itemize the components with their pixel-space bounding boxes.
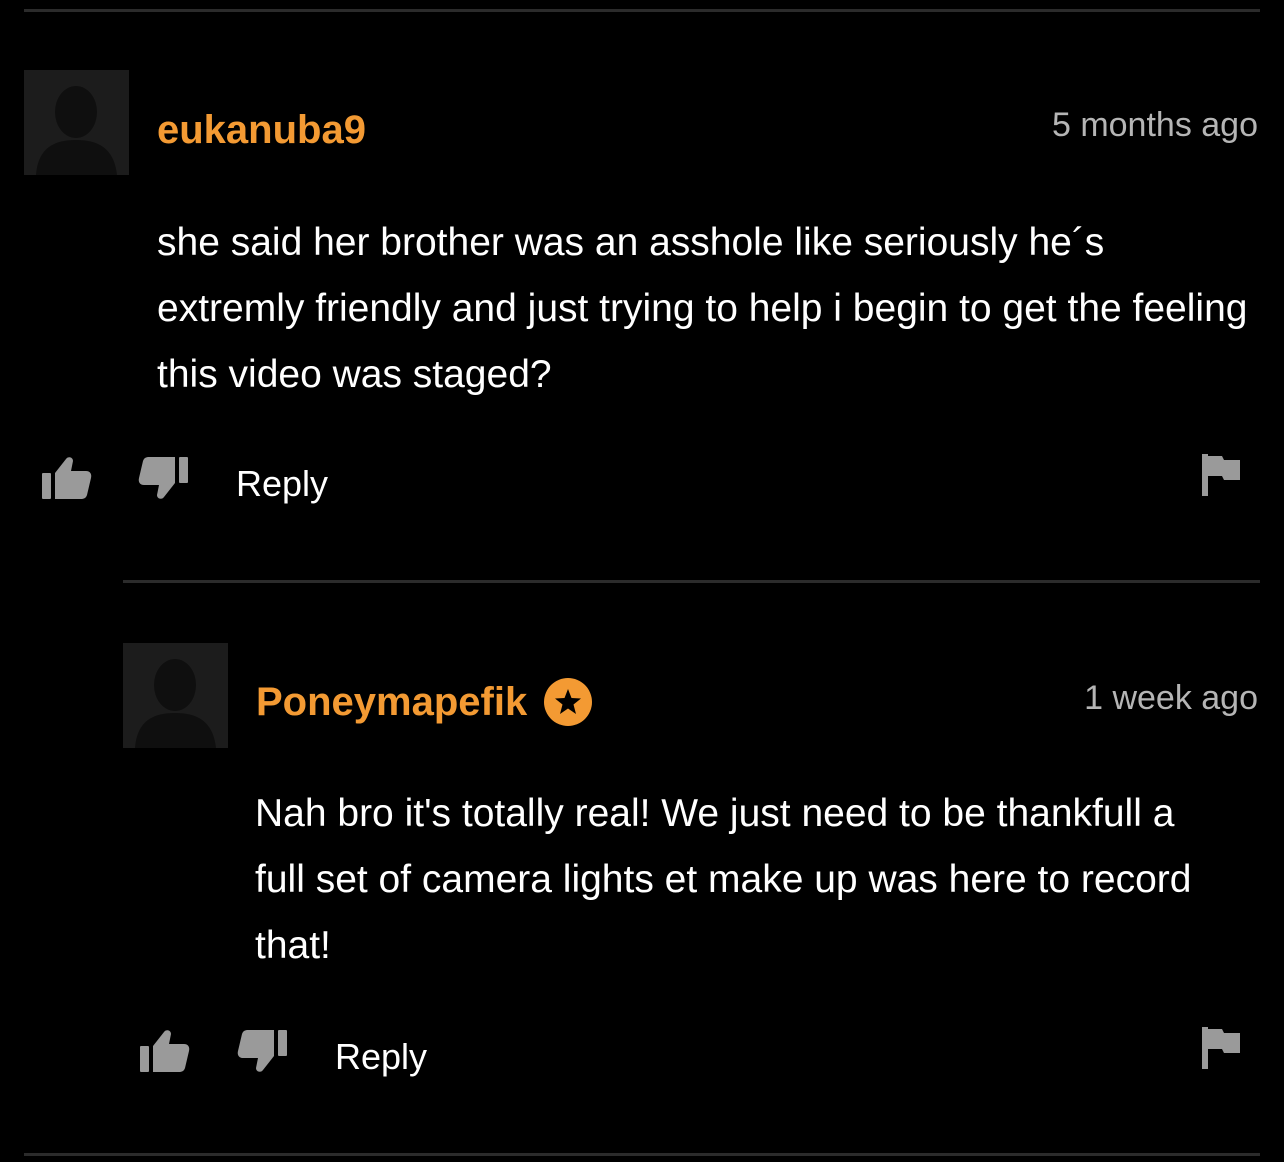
flag-icon[interactable] — [1200, 452, 1242, 498]
username[interactable]: eukanuba9 — [157, 110, 366, 150]
user-silhouette-icon — [24, 70, 129, 175]
reply-button[interactable]: Reply — [236, 466, 328, 502]
flag-icon[interactable] — [1200, 1025, 1242, 1071]
user-silhouette-icon — [123, 643, 228, 748]
timestamp: 5 months ago — [1051, 106, 1258, 144]
avatar[interactable] — [123, 643, 228, 748]
username-text[interactable]: Poneymapefik — [256, 682, 527, 722]
username[interactable]: Poneymapefik — [256, 677, 593, 727]
reply-divider — [123, 580, 1260, 583]
comment-text: Nah bro it's totally real! We just need … — [255, 792, 1192, 967]
bottom-divider — [24, 1153, 1260, 1156]
reply-button[interactable]: Reply — [335, 1039, 427, 1075]
timestamp: 1 week ago — [1084, 679, 1258, 717]
thumbs-up-icon[interactable] — [138, 1028, 190, 1074]
username-text[interactable]: eukanuba9 — [157, 110, 366, 150]
avatar[interactable] — [24, 70, 129, 175]
thumbs-up-icon[interactable] — [40, 455, 92, 501]
comment-text: she said her brother was an asshole like… — [157, 221, 1248, 396]
thumbs-down-icon[interactable] — [138, 455, 190, 501]
thumbs-down-icon[interactable] — [237, 1028, 289, 1074]
star-badge-icon — [543, 677, 593, 727]
top-divider — [24, 9, 1260, 12]
